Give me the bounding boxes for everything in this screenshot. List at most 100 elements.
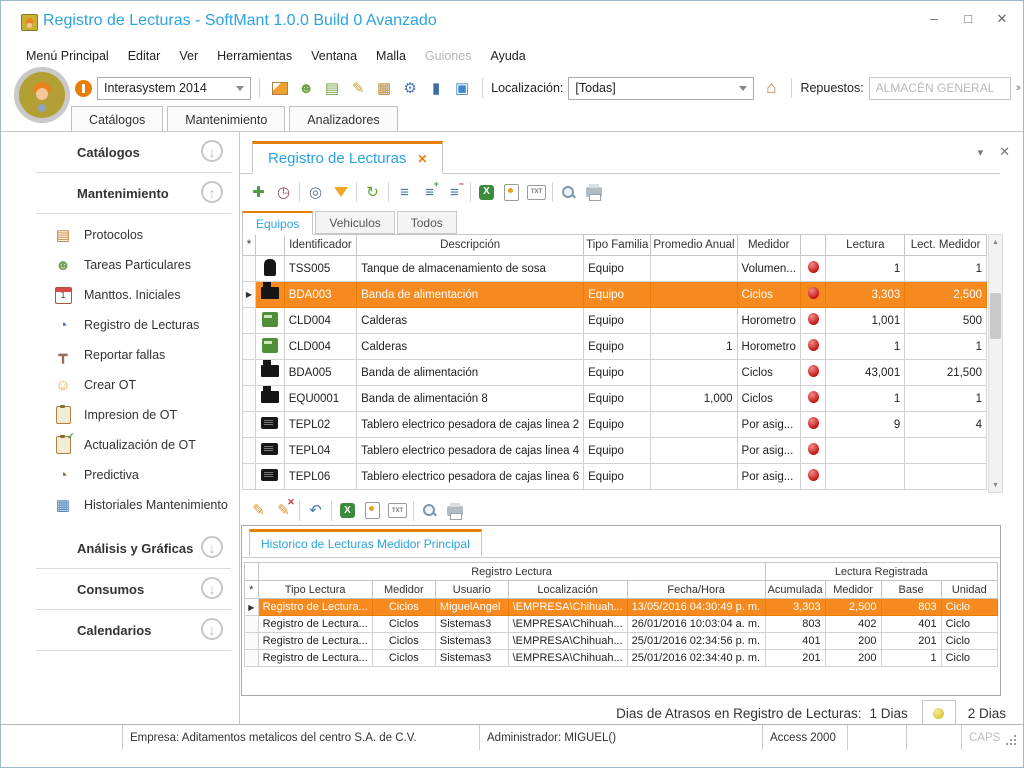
cell-promedio-anual[interactable] bbox=[651, 412, 737, 438]
cell-base[interactable]: 803 bbox=[881, 599, 941, 616]
document-close-icon[interactable]: ✕ bbox=[999, 144, 1010, 160]
cell-tipo-familia[interactable]: Equipo bbox=[584, 438, 651, 464]
cell-medidor[interactable]: Por asig... bbox=[737, 464, 800, 490]
cell-lect-medidor[interactable]: 21,500 bbox=[905, 360, 987, 386]
tab-list-dropdown-icon[interactable]: ▾ bbox=[978, 146, 984, 159]
search-button[interactable]: ◎ bbox=[303, 181, 328, 204]
column-header-descripcion[interactable]: Descripción bbox=[357, 235, 584, 256]
cell-usuario[interactable]: Sistemas3 bbox=[435, 633, 508, 650]
cell-identificador[interactable]: BDA005 bbox=[284, 360, 356, 386]
cell-medidor[interactable]: Ciclos bbox=[372, 599, 435, 616]
menu-guiones[interactable]: Guiones bbox=[425, 49, 472, 63]
cell-status[interactable] bbox=[800, 256, 826, 282]
close-icon[interactable]: ✕ bbox=[995, 11, 1009, 27]
cell-base[interactable]: 201 bbox=[881, 633, 941, 650]
cell-tipo-familia[interactable]: Equipo bbox=[584, 360, 651, 386]
cell-medidor-registrado[interactable]: 402 bbox=[825, 616, 881, 633]
cell-medidor-registrado[interactable]: 200 bbox=[825, 633, 881, 650]
cell-equipment-icon[interactable] bbox=[255, 386, 284, 412]
delete-button[interactable]: ✎✕ bbox=[271, 499, 296, 522]
overflow-chevron-icon[interactable]: ›› bbox=[1016, 82, 1019, 94]
cell-lect-medidor[interactable]: 4 bbox=[905, 412, 987, 438]
column-header-medidor[interactable]: Medidor bbox=[737, 235, 800, 256]
cell-tipo-familia[interactable]: Equipo bbox=[584, 464, 651, 490]
cell-promedio-anual[interactable]: 1,000 bbox=[651, 386, 737, 412]
note-button[interactable] bbox=[360, 499, 385, 522]
cell-fecha-hora[interactable]: 25/01/2016 02:34:56 p. m. bbox=[627, 633, 765, 650]
cell-lect-medidor[interactable]: 1 bbox=[905, 334, 987, 360]
cell-lectura[interactable] bbox=[826, 438, 905, 464]
cell-status[interactable] bbox=[800, 360, 826, 386]
cell-base[interactable]: 401 bbox=[881, 616, 941, 633]
sidebar-group-consumos[interactable]: Consumos↓ bbox=[1, 569, 239, 609]
cell-identificador[interactable]: TSS005 bbox=[284, 256, 356, 282]
txt-button[interactable]: TXT bbox=[385, 499, 410, 522]
table-row[interactable]: CLD004CalderasEquipo1Horometro11 bbox=[243, 334, 987, 360]
cell-status[interactable] bbox=[800, 282, 826, 308]
maximize-icon[interactable]: □ bbox=[961, 11, 975, 27]
cell-localizacion[interactable]: \EMPRESA\Chihuah... bbox=[508, 616, 627, 633]
print-button[interactable] bbox=[581, 181, 606, 204]
cell-fecha-hora[interactable]: 13/05/2016 04:30:49 p. m. bbox=[627, 599, 765, 616]
cell-equipment-icon[interactable] bbox=[255, 282, 284, 308]
cell-acumulada[interactable]: 3,303 bbox=[765, 599, 825, 616]
sidebar-item-crear-ot[interactable]: ☺Crear OT bbox=[1, 370, 239, 400]
sidebar-item-impresion-de-ot[interactable]: Impresion de OT bbox=[1, 400, 239, 430]
cell-promedio-anual[interactable] bbox=[651, 438, 737, 464]
archive-button[interactable]: ▤ bbox=[320, 77, 344, 99]
cell-lect-medidor[interactable]: 500 bbox=[905, 308, 987, 334]
cell-equipment-icon[interactable] bbox=[255, 256, 284, 282]
cell-medidor[interactable]: Ciclos bbox=[372, 633, 435, 650]
cell-promedio-anual[interactable] bbox=[651, 282, 737, 308]
column-header-base-8[interactable]: Base bbox=[881, 581, 941, 599]
monitor-gear-button[interactable]: ⚙ bbox=[398, 77, 422, 99]
preview-button[interactable] bbox=[556, 181, 581, 204]
column-header-tipo-lectura-1[interactable]: Tipo Lectura bbox=[258, 581, 372, 599]
table-row[interactable]: ▶Registro de Lectura...CiclosMiguelAngel… bbox=[245, 599, 998, 616]
table-row[interactable]: BDA005Banda de alimentaciónEquipoCiclos4… bbox=[243, 360, 987, 386]
cell-descripcion[interactable]: Calderas bbox=[357, 308, 584, 334]
column-header-lectura[interactable]: Lectura bbox=[826, 235, 905, 256]
cell-identificador[interactable]: BDA003 bbox=[284, 282, 356, 308]
cell-equipment-icon[interactable] bbox=[255, 438, 284, 464]
tab-mantenimiento[interactable]: Mantenimiento bbox=[167, 106, 285, 132]
cell-medidor[interactable]: Ciclos bbox=[737, 386, 800, 412]
cell-base[interactable]: 1 bbox=[881, 650, 941, 667]
cell-promedio-anual[interactable]: 1 bbox=[651, 334, 737, 360]
cell-descripcion[interactable]: Tablero electrico pesadora de cajas line… bbox=[357, 412, 584, 438]
refresh-button[interactable]: ↻ bbox=[360, 181, 385, 204]
column-header-blank-1[interactable] bbox=[255, 235, 284, 256]
filter-button[interactable] bbox=[328, 181, 353, 204]
cell-descripcion[interactable]: Tablero electrico pesadora de cajas line… bbox=[357, 438, 584, 464]
cell-localizacion[interactable]: \EMPRESA\Chihuah... bbox=[508, 650, 627, 667]
column-header-medidor-2[interactable]: Medidor bbox=[372, 581, 435, 599]
note-button[interactable] bbox=[499, 181, 524, 204]
picture-button[interactable] bbox=[268, 77, 292, 99]
menu-ventana[interactable]: Ventana bbox=[311, 49, 357, 63]
subtab-vehiculos[interactable]: Vehiculos bbox=[315, 211, 394, 234]
column-header-localizacion-4[interactable]: Localización bbox=[508, 581, 627, 599]
grid-scrollbar[interactable]: ▲ ▼ bbox=[988, 234, 1003, 493]
table-row[interactable]: TEPL04Tablero electrico pesadora de caja… bbox=[243, 438, 987, 464]
excel-button[interactable]: X bbox=[474, 181, 499, 204]
scroll-up-icon[interactable]: ▲ bbox=[989, 235, 1002, 249]
cell-tipo-familia[interactable]: Equipo bbox=[584, 334, 651, 360]
cell-descripcion[interactable]: Tanque de almacenamiento de sosa bbox=[357, 256, 584, 282]
excel-button[interactable]: X bbox=[335, 499, 360, 522]
sidebar-group-calendarios[interactable]: Calendarios↓ bbox=[1, 610, 239, 650]
cell-medidor[interactable]: Por asig... bbox=[737, 438, 800, 464]
cell-status[interactable] bbox=[800, 438, 826, 464]
cell-tipo-familia[interactable]: Equipo bbox=[584, 282, 651, 308]
columns-button[interactable]: ▮ bbox=[424, 77, 448, 99]
cell-medidor[interactable]: Ciclos bbox=[372, 616, 435, 633]
column-header-acumulada-6[interactable]: Acumulada bbox=[765, 581, 825, 599]
sidebar-group-mantenimiento[interactable]: Mantenimiento↑ bbox=[1, 173, 239, 213]
table-row[interactable]: TEPL06Tablero electrico pesadora de caja… bbox=[243, 464, 987, 490]
cell-tipo-familia[interactable]: Equipo bbox=[584, 412, 651, 438]
user-avatar[interactable] bbox=[14, 67, 70, 123]
column-header-[interactable]: * bbox=[243, 235, 256, 256]
column-header-identificador[interactable]: Identificador bbox=[284, 235, 356, 256]
repuestos-field[interactable] bbox=[869, 77, 1011, 100]
column-header-unidad-9[interactable]: Unidad bbox=[941, 581, 997, 599]
cell-descripcion[interactable]: Tablero electrico pesadora de cajas line… bbox=[357, 464, 584, 490]
